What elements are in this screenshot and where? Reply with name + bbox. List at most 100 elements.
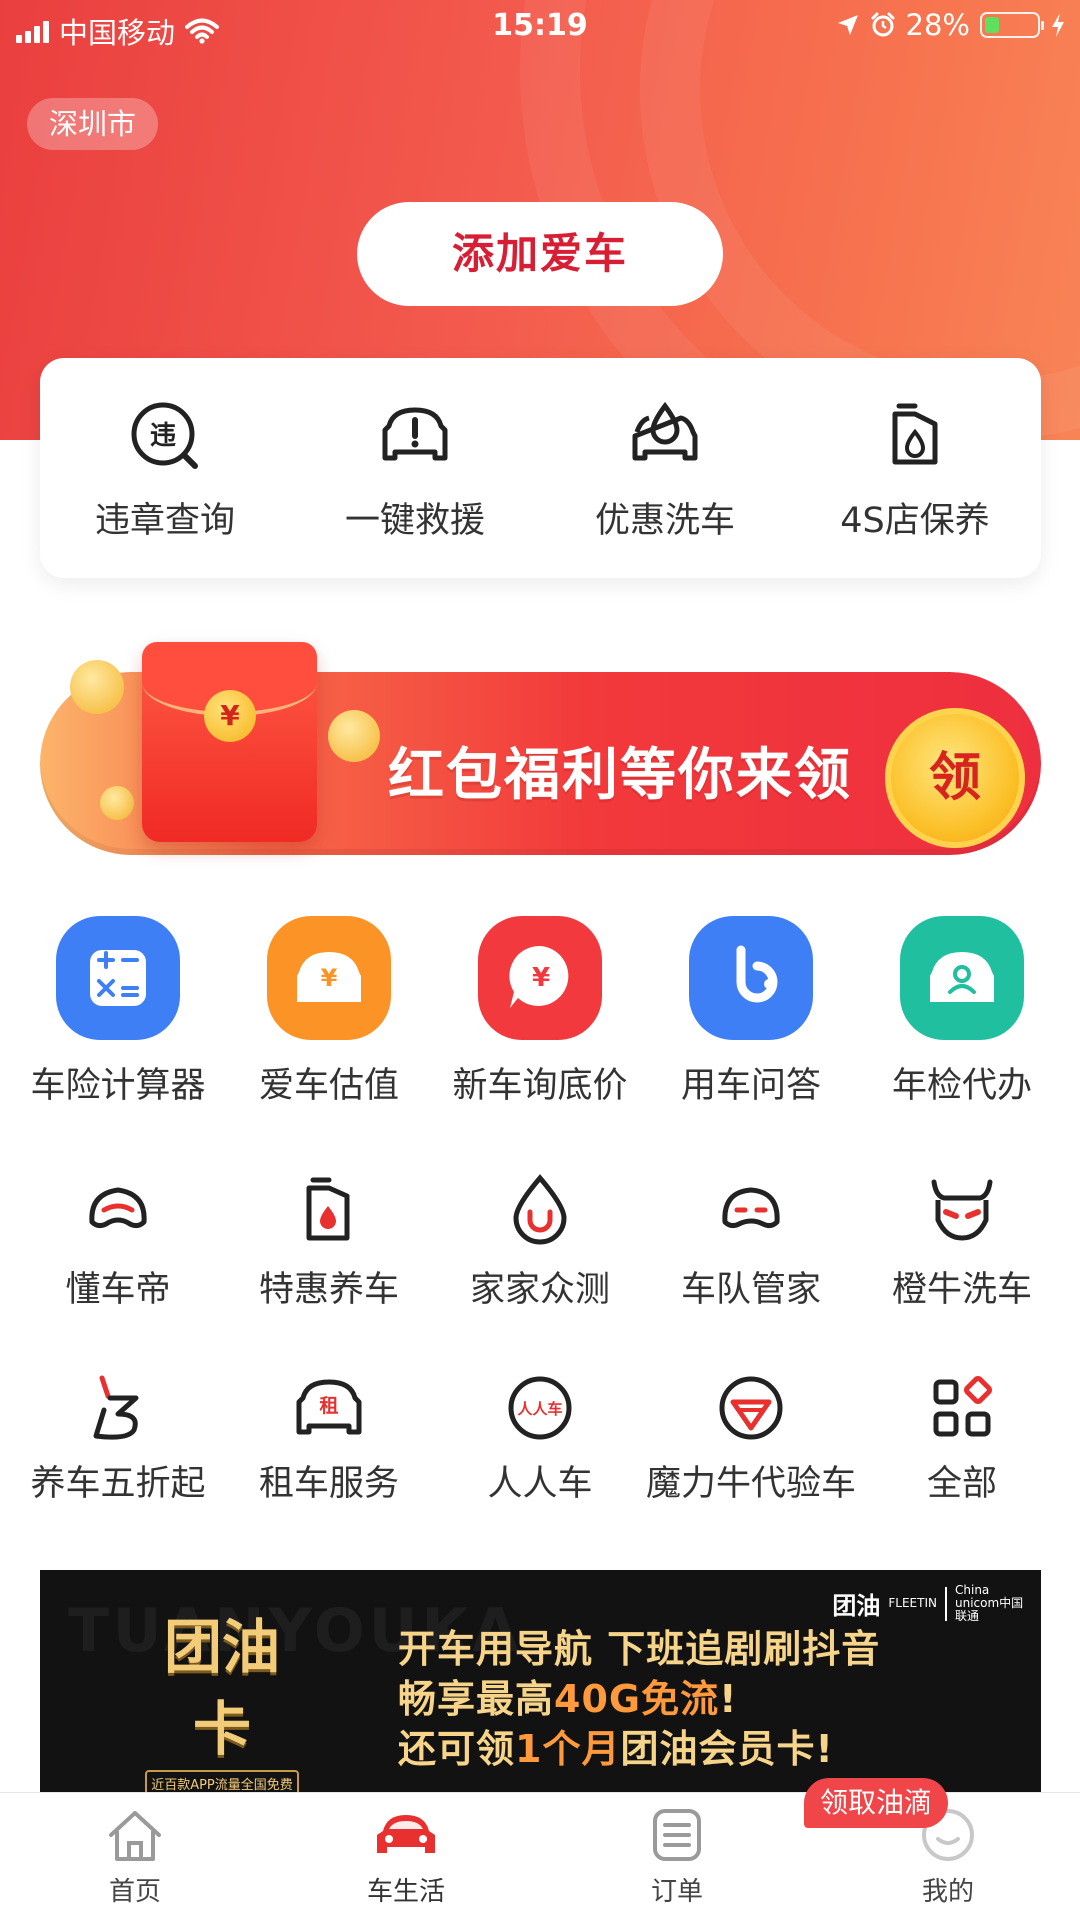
violation-search-icon: 违	[131, 402, 198, 469]
svg-text:¥: ¥	[532, 963, 550, 993]
tab-label: 首页	[108, 1877, 161, 1907]
red-envelope-icon: ¥	[142, 642, 317, 842]
charging-bolt-icon	[1052, 13, 1064, 37]
ad-line-2: 畅享最高40G免流!	[398, 1677, 738, 1721]
gold-coin-decoration	[70, 660, 124, 714]
location-arrow-icon	[837, 15, 858, 35]
quick-service-label: 一键救援	[344, 501, 485, 541]
tab-orders[interactable]: 订单	[607, 1807, 747, 1908]
battery-icon	[980, 12, 1044, 38]
service-dongchedi[interactable]: 懂车帝	[10, 1172, 226, 1312]
service-car-valuation[interactable]: ¥ 爱车估值	[221, 916, 437, 1108]
service-label: 新车询底价	[452, 1066, 628, 1106]
promo-text: 红包福利等你来领	[388, 743, 852, 808]
service-label: 车队管家	[680, 1270, 821, 1310]
battery-percent: 28%	[905, 8, 970, 42]
service-discount-maintenance[interactable]: 特惠养车	[221, 1172, 437, 1312]
city-selector[interactable]: 深圳市	[27, 98, 159, 150]
service-label: 橙牛洗车	[891, 1270, 1032, 1310]
tab-car-life[interactable]: 车生活	[336, 1807, 476, 1908]
oil-drop-can-icon	[306, 1177, 350, 1241]
service-moliniu-inspection[interactable]: 魔力牛代验车	[643, 1370, 859, 1506]
service-insurance-calculator[interactable]: 车险计算器	[10, 916, 226, 1108]
svg-text:违: 违	[150, 421, 176, 451]
service-label: 魔力牛代验车	[645, 1464, 856, 1504]
service-label: 养车五折起	[30, 1464, 206, 1504]
quick-services-card: 违 违章查询 一键救援 优惠洗车 4S店保养	[40, 358, 1041, 578]
ad-logo-title: 团油卡	[163, 1613, 280, 1763]
ad-line-3: 还可领1个月团油会员卡!	[398, 1727, 834, 1771]
ad-brand-unicom: China unicom中国联通	[955, 1583, 1024, 1623]
service-annual-inspection[interactable]: 年检代办	[854, 916, 1070, 1108]
quick-service-label: 优惠洗车	[594, 501, 735, 541]
service-label: 懂车帝	[65, 1270, 171, 1310]
bull-icon	[931, 1179, 993, 1241]
claim-oil-drops-badge[interactable]: 领取油滴	[804, 1778, 949, 1828]
service-label: 用车问答	[680, 1066, 821, 1106]
tab-label: 车生活	[366, 1877, 445, 1907]
qa-icon	[689, 916, 813, 1040]
ad-logo-subtitle: 近百款APP流量全国免费	[145, 1770, 299, 1792]
service-label: 全部	[926, 1464, 997, 1504]
home-icon	[109, 1811, 161, 1861]
quick-service-label: 4S店保养	[840, 501, 990, 541]
service-fleet-manager[interactable]: 车队管家	[643, 1172, 859, 1312]
service-car-qa[interactable]: 用车问答	[643, 916, 859, 1108]
svg-text:¥: ¥	[321, 964, 338, 992]
car-icon	[377, 1815, 435, 1853]
service-all[interactable]: 全部	[854, 1370, 1070, 1506]
annual-inspection-icon	[900, 916, 1024, 1040]
tuanyou-card-ad-banner[interactable]: TUANYOUKA 团油卡 近百款APP流量全国免费 团油 FLEETIN Ch…	[40, 1570, 1041, 1792]
ad-brand-tuanyou: 团油	[832, 1592, 881, 1620]
alarm-icon	[871, 12, 895, 37]
service-label: 特惠养车	[258, 1270, 399, 1310]
tuanyou-card-logo: 团油卡 近百款APP流量全国免费	[136, 1606, 308, 1792]
service-label: 租车服务	[258, 1464, 399, 1504]
tab-label: 订单	[650, 1877, 703, 1907]
service-half-price-maintenance[interactable]: 养车五折起	[10, 1370, 226, 1506]
status-bar: 中国移动 15:19 28%	[0, 0, 1080, 56]
service-car-rental[interactable]: 租 租车服务	[221, 1370, 437, 1506]
tab-home[interactable]: 首页	[65, 1807, 205, 1908]
red-envelope-banner[interactable]: ¥ 红包福利等你来领 领	[40, 640, 1041, 855]
service-label: 家家众测	[469, 1270, 610, 1310]
car-rescue-icon	[382, 407, 448, 461]
service-label: 人人车	[487, 1464, 593, 1504]
svg-text:租: 租	[319, 1395, 338, 1417]
quick-service-violation[interactable]: 违 违章查询	[40, 396, 290, 543]
gold-coin-decoration	[328, 710, 380, 762]
dongchedi-icon	[89, 1187, 147, 1229]
claim-button[interactable]: 领	[885, 708, 1025, 848]
rental-car-icon: 租	[296, 1379, 362, 1435]
service-label: 车险计算器	[30, 1066, 206, 1106]
discount-logo-icon	[93, 1375, 139, 1440]
car-wash-icon	[632, 401, 698, 461]
service-renrenche[interactable]: 人人车 人人车	[432, 1370, 648, 1506]
quick-service-carwash[interactable]: 优惠洗车	[540, 396, 790, 543]
quick-service-4s-maintenance[interactable]: 4S店保养	[790, 396, 1040, 543]
quick-service-label: 违章查询	[94, 501, 235, 541]
order-list-icon	[653, 1809, 701, 1861]
renrenche-icon: 人人车	[508, 1376, 572, 1440]
service-jiajia-test[interactable]: 家家众测	[432, 1172, 648, 1312]
envelope-coin: ¥	[204, 690, 256, 742]
service-new-car-price[interactable]: ¥ 新车询底价	[432, 916, 648, 1108]
gold-coin-decoration	[100, 786, 134, 820]
car-valuation-icon: ¥	[267, 916, 391, 1040]
calculator-icon	[56, 916, 180, 1040]
ad-brand-tuanyou-sub: FLEETIN	[888, 1596, 937, 1610]
quick-service-rescue[interactable]: 一键救援	[290, 396, 540, 543]
service-label: 年检代办	[891, 1066, 1032, 1106]
ad-line-1: 开车用导航 下班追剧刷抖音	[398, 1627, 881, 1671]
magnet-drop-icon	[513, 1174, 567, 1245]
all-grid-icon	[933, 1376, 992, 1437]
fleet-face-icon	[722, 1187, 780, 1229]
moliniu-icon	[719, 1376, 783, 1440]
svg-text:人人车: 人人车	[517, 1400, 562, 1418]
add-car-button[interactable]: 添加爱车	[357, 202, 723, 306]
ad-brand-divider	[945, 1586, 947, 1621]
service-label: 爱车估值	[258, 1066, 399, 1106]
tab-label: 我的	[921, 1877, 974, 1907]
service-chengniu-wash[interactable]: 橙牛洗车	[854, 1172, 1070, 1312]
oil-can-icon	[892, 403, 938, 465]
